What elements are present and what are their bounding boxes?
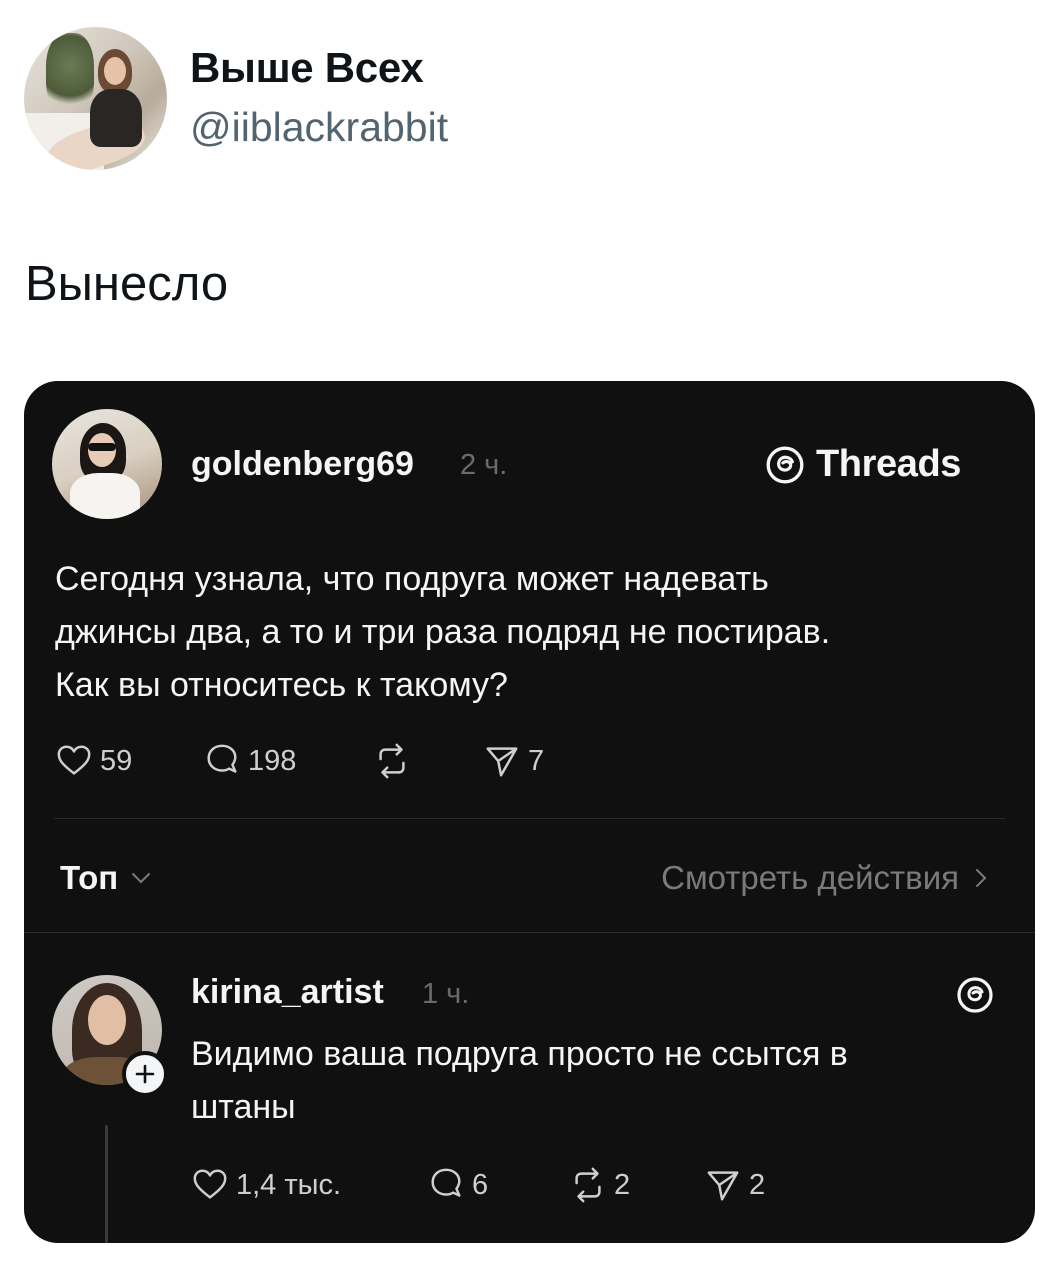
comment-count: 198 [248,744,297,777]
threads-brand-label: Threads [816,443,962,485]
post-body: Сегодня узнала, что подруга может надева… [55,553,995,712]
reply-like-button[interactable]: 1,4 тыс. [191,1166,427,1204]
comment-icon [431,1168,461,1197]
post-actions: 59 198 7 [55,739,544,783]
like-count: 59 [100,744,133,777]
heart-icon [193,1169,227,1199]
post-timestamp: 2 ч. [460,449,508,481]
threads-logo-icon [766,446,804,483]
tweet-text: Вынесло [25,257,229,311]
repost-icon [575,1167,601,1203]
post-body-line: джинсы два, а то и три раза подряд не по… [55,613,831,651]
send-icon [707,1171,739,1201]
share-count: 7 [528,744,545,777]
post-body-line: Как вы относитесь к такому? [55,666,508,704]
follow-button[interactable] [122,1051,168,1097]
post-author-name[interactable]: goldenberg69 [191,445,414,484]
post-author-avatar[interactable] [52,409,162,519]
reply-comment-count: 6 [472,1168,489,1201]
divider [54,818,1005,819]
reply-like-count: 1,4 тыс. [236,1168,342,1201]
comment-button[interactable]: 198 [203,742,373,780]
reply-repost-button[interactable]: 2 [569,1166,704,1204]
threads-logo-icon [957,977,993,1013]
repost-icon [379,743,405,779]
reply-body: Видимо ваша подруга просто не ссытся в ш… [191,1028,1011,1134]
sort-dropdown[interactable]: Топ [60,859,152,897]
repost-button[interactable] [373,742,483,780]
view-activity-link[interactable]: Смотреть действия [661,859,991,897]
reply-body-line: штаны [191,1088,296,1126]
send-icon [486,747,518,777]
sort-label: Топ [60,859,119,896]
reply-share-count: 2 [749,1168,766,1201]
post-body-line: Сегодня узнала, что подруга может надева… [55,560,769,598]
reply-repost-count: 2 [614,1168,631,1201]
comment-icon [207,744,237,773]
chevron-right-icon [976,869,987,887]
divider [24,932,1035,933]
reply-author-name[interactable]: kirina_artist [191,973,384,1012]
threads-brand: Threads [764,443,961,486]
like-button[interactable]: 59 [55,742,203,780]
reply-share-button[interactable]: 2 [704,1166,765,1204]
heart-icon [57,745,91,775]
chevron-down-icon [132,873,151,884]
reply-timestamp: 1 ч. [422,978,470,1010]
reply-comment-button[interactable]: 6 [427,1166,569,1204]
view-activity-label: Смотреть действия [661,859,959,896]
share-button[interactable]: 7 [483,742,544,780]
plus-icon [135,1064,155,1084]
reply-actions: 1,4 тыс. 6 2 2 [191,1163,765,1207]
threads-screenshot-card[interactable]: goldenberg69 2 ч. Threads Сегодня узнала… [24,381,1035,1243]
tweet-author-avatar[interactable] [24,27,167,170]
thread-connector-line [105,1125,108,1243]
tweet-display-name[interactable]: Выше Всех [190,44,424,92]
tweet-handle[interactable]: @iiblackrabbit [190,104,448,151]
reply-body-line: Видимо ваша подруга просто не ссытся в [191,1035,848,1073]
